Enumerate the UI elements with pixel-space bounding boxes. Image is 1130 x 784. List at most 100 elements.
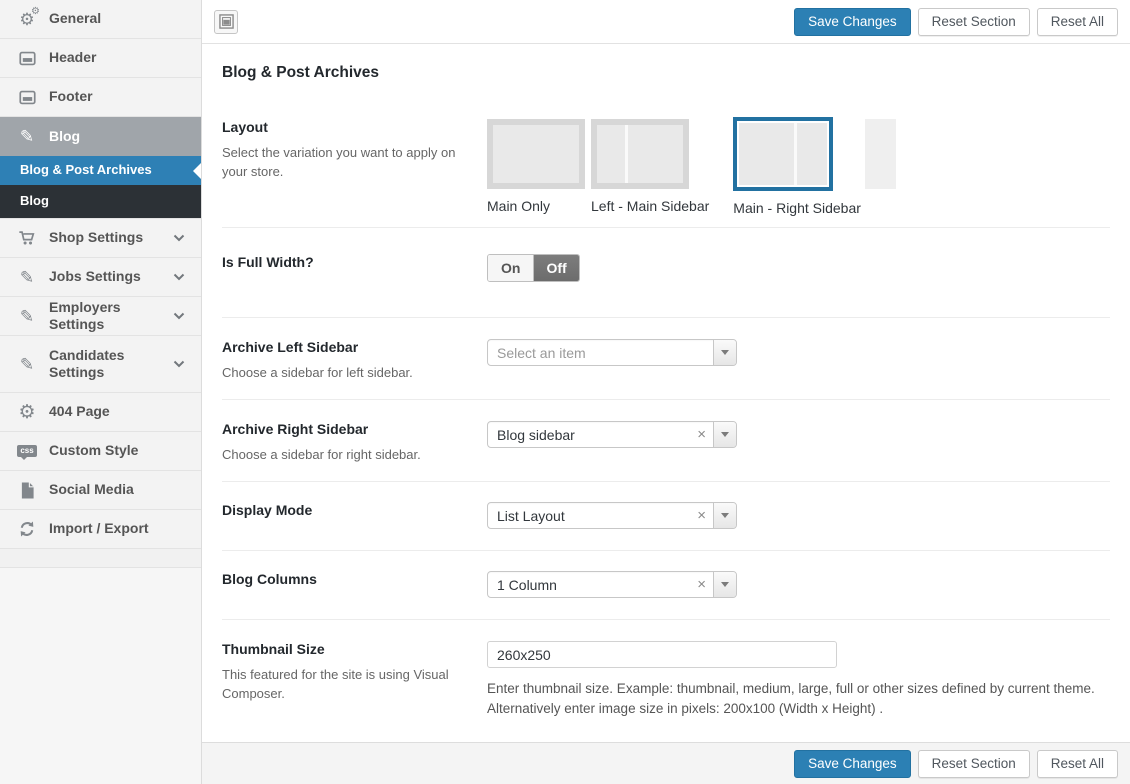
sidebar-item-label: Import / Export <box>49 520 187 538</box>
select-value: List Layout <box>488 508 690 524</box>
clear-selection-icon[interactable]: × <box>690 577 713 592</box>
sidebar-item-label: Shop Settings <box>49 229 173 247</box>
layout-option-label: Left - Main Sidebar <box>591 198 709 214</box>
sidebar-item-employers-settings[interactable]: ✎ Employers Settings <box>0 297 201 336</box>
save-changes-button-top[interactable]: Save Changes <box>794 8 911 36</box>
pencil-glyph: ✎ <box>20 356 34 373</box>
reset-section-button-top[interactable]: Reset Section <box>918 8 1030 36</box>
page-title: Blog & Post Archives <box>222 64 1110 82</box>
active-item-arrow <box>193 163 201 179</box>
select-dropdown-arrow[interactable] <box>713 572 736 597</box>
chevron-down-icon <box>721 513 729 518</box>
chevron-down-icon <box>721 350 729 355</box>
chevron-down-icon <box>173 234 187 242</box>
select-dropdown-arrow[interactable] <box>713 340 736 365</box>
archive-right-sidebar-select[interactable]: Blog sidebar × <box>487 421 737 448</box>
settings-sidebar: ⚙⚙ General Header Footer ✎ Blog Blog & P… <box>0 0 202 784</box>
sidebar-item-label: Jobs Settings <box>49 268 173 286</box>
sidebar-subitem-label: Blog & Post Archives <box>20 162 187 178</box>
toggle-on-button[interactable]: On <box>488 255 534 281</box>
sidebar-subitem-blog-post-archives[interactable]: Blog & Post Archives <box>0 156 201 185</box>
chevron-down-icon <box>721 582 729 587</box>
sidebar-item-label: Candidates Settings <box>49 347 173 382</box>
sidebar-item-footer[interactable]: Footer <box>0 78 201 117</box>
settings-panel: Save Changes Reset Section Reset All Blo… <box>202 0 1130 784</box>
display-mode-select[interactable]: List Layout × <box>487 502 737 529</box>
update-arrows-icon <box>16 519 38 539</box>
layout-icon <box>219 14 234 29</box>
setting-label: Blog Columns <box>222 571 465 587</box>
sidebar-item-shop-settings[interactable]: Shop Settings <box>0 219 201 258</box>
select-dropdown-arrow[interactable] <box>713 422 736 447</box>
sidebar-item-import-export[interactable]: Import / Export <box>0 510 201 549</box>
select-value: Blog sidebar <box>488 427 690 443</box>
layout-thumbnail-selected <box>733 117 833 191</box>
settings-rows: Layout Select the variation you want to … <box>202 94 1130 742</box>
sidebar-item-jobs-settings[interactable]: ✎ Jobs Settings <box>0 258 201 297</box>
sidebar-item-general[interactable]: ⚙⚙ General <box>0 0 201 39</box>
select-value: 1 Column <box>488 577 690 593</box>
sidebar-item-label: Social Media <box>49 481 187 499</box>
archive-left-sidebar-select[interactable]: Select an item <box>487 339 737 366</box>
sidebar-item-label: Custom Style <box>49 442 187 460</box>
sidebar-filler <box>0 568 201 784</box>
pencil-icon: ✎ <box>16 354 38 374</box>
sidebar-item-blog[interactable]: ✎ Blog <box>0 117 201 156</box>
layout-thumbnail <box>487 119 585 189</box>
sidebar-item-label: 404 Page <box>49 403 187 421</box>
pencil-glyph: ✎ <box>20 269 34 286</box>
reset-section-button-bottom[interactable]: Reset Section <box>918 750 1030 778</box>
sidebar-item-404-page[interactable]: ⚙ 404 Page <box>0 393 201 432</box>
sidebar-item-header[interactable]: Header <box>0 39 201 78</box>
setting-label: Archive Left Sidebar <box>222 339 465 355</box>
sidebar-item-custom-style[interactable]: css Custom Style <box>0 432 201 471</box>
toggle-off-button[interactable]: Off <box>534 255 578 281</box>
gear-icon: ⚙ <box>16 402 38 422</box>
reset-all-button-top[interactable]: Reset All <box>1037 8 1118 36</box>
layout-option-label: Main - Right Sidebar <box>733 200 861 216</box>
sidebar-item-label: Footer <box>49 88 187 106</box>
cart-icon <box>16 228 38 248</box>
sidebar-subitem-blog[interactable]: Blog <box>0 185 201 219</box>
layout-option-main-right[interactable]: Main - Right Sidebar <box>733 119 861 216</box>
setting-description: Choose a sidebar for right sidebar. <box>222 446 465 465</box>
blog-columns-select[interactable]: 1 Column × <box>487 571 737 598</box>
layout-option-left-main[interactable]: Left - Main Sidebar <box>591 119 709 214</box>
layout-thumbnail <box>591 119 689 189</box>
layout-options: Main Only Left - Main Sidebar Main - Rig… <box>487 119 1110 216</box>
page-header: Blog & Post Archives <box>202 44 1130 94</box>
select-placeholder: Select an item <box>488 345 713 361</box>
clear-selection-icon[interactable]: × <box>690 427 713 442</box>
layout-option-main-only[interactable]: Main Only <box>487 119 585 214</box>
setting-row-layout: Layout Select the variation you want to … <box>222 94 1110 228</box>
clear-selection-icon[interactable]: × <box>690 508 713 523</box>
setting-description: Choose a sidebar for left sidebar. <box>222 364 465 383</box>
setting-row-display-mode: Display Mode List Layout × <box>222 482 1110 551</box>
top-toolbar: Save Changes Reset Section Reset All <box>202 0 1130 44</box>
select-dropdown-arrow[interactable] <box>713 503 736 528</box>
setting-label: Display Mode <box>222 502 465 518</box>
setting-label: Layout <box>222 119 465 135</box>
reset-all-button-bottom[interactable]: Reset All <box>1037 750 1118 778</box>
setting-description: This featured for the site is using Visu… <box>222 666 465 704</box>
css-icon: css <box>16 441 38 461</box>
chevron-down-icon <box>173 360 187 368</box>
save-changes-button-bottom[interactable]: Save Changes <box>794 750 911 778</box>
panel-icon <box>16 87 38 107</box>
pencil-glyph: ✎ <box>20 128 34 145</box>
thumbnail-size-input[interactable] <box>487 641 837 668</box>
sidebar-item-candidates-settings[interactable]: ✎ Candidates Settings <box>0 336 201 393</box>
setting-label: Thumbnail Size <box>222 641 465 657</box>
sidebar-item-label: Blog <box>49 128 187 146</box>
setting-description: Select the variation you want to apply o… <box>222 144 465 182</box>
setting-row-full-width: Is Full Width? On Off <box>222 228 1110 318</box>
sidebar-item-social-media[interactable]: Social Media <box>0 471 201 510</box>
sidebar-item-label: General <box>49 10 187 28</box>
pencil-glyph: ✎ <box>20 308 34 325</box>
chevron-down-icon <box>173 312 187 320</box>
app-window: ⚙⚙ General Header Footer ✎ Blog Blog & P… <box>0 0 1130 784</box>
layout-toggle-button[interactable] <box>214 10 238 34</box>
pencil-icon: ✎ <box>16 267 38 287</box>
sidebar-empty-strip <box>0 549 201 568</box>
chevron-down-icon <box>721 432 729 437</box>
